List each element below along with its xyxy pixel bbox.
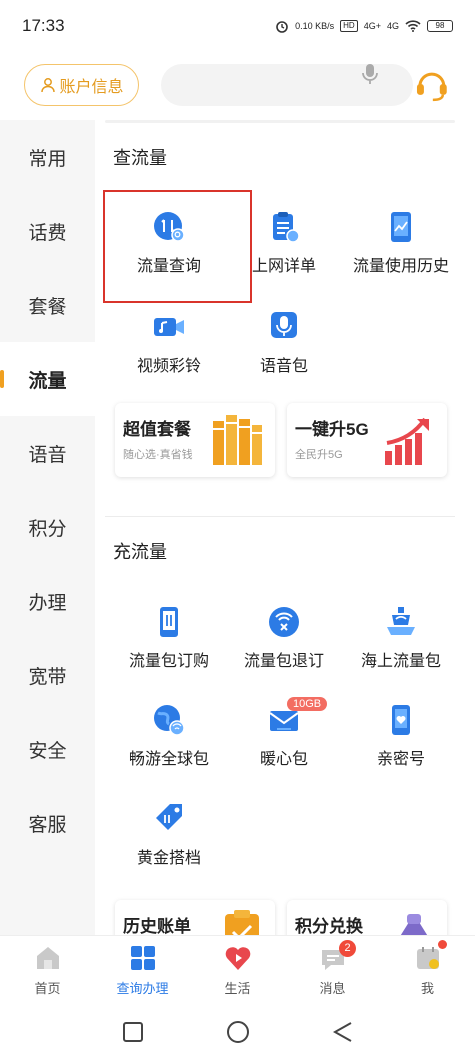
heart-play-icon — [225, 947, 250, 970]
section-title-recharge-data: 充流量 — [113, 542, 167, 562]
header: 账户信息 — [0, 52, 475, 118]
promo-card-upgrade-5g[interactable]: 一键升5G 全民升5G — [287, 403, 447, 477]
tab-home[interactable]: 首页 — [0, 936, 95, 1005]
grid-item-warm-pack[interactable]: 暖心包 — [225, 703, 343, 769]
sidebar-item-plan[interactable]: 套餐 — [0, 268, 95, 342]
golden-partner-icon — [156, 804, 182, 830]
home-button-icon[interactable] — [226, 1020, 250, 1044]
tab-label: 生活 — [224, 981, 251, 996]
sidebar-item-data[interactable]: 流量 — [0, 342, 95, 416]
data-pack-order-icon — [160, 607, 178, 637]
grid-item-data-query[interactable]: 流量查询 — [110, 210, 228, 276]
promo-card-history-bill[interactable]: 历史账单 — [115, 900, 275, 935]
main-content: 查流量 流量查询 上网详单 流量使用历史 视频彩铃 语音包 超值套餐 随心选·真… — [95, 120, 475, 935]
grid-item-golden-partner[interactable]: 黄金搭档 — [110, 802, 228, 868]
message-badge: 2 — [339, 940, 356, 957]
video-ringtone-icon — [154, 318, 184, 336]
category-sidebar: 常用 话费 套餐 流量 语音 积分 办理 宽带 安全 客服 — [0, 120, 95, 935]
tab-label: 查询办理 — [116, 981, 169, 996]
data-pack-unsubscribe-icon — [269, 607, 299, 637]
scroll-divider — [105, 120, 455, 123]
sidebar-item-common[interactable]: 常用 — [0, 120, 95, 194]
grid-item-label: 语音包 — [259, 358, 308, 375]
notification-dot — [438, 940, 447, 949]
sidebar-item-phone-fee[interactable]: 话费 — [0, 194, 95, 268]
sidebar-item-voice[interactable]: 语音 — [0, 416, 95, 490]
user-icon — [40, 78, 55, 93]
sidebar-item-service[interactable]: 客服 — [0, 786, 95, 860]
grid-item-label: 畅游全球包 — [128, 751, 209, 768]
section-title-check-data: 查流量 — [113, 148, 167, 168]
grid-item-voice-pack[interactable]: 语音包 — [225, 310, 343, 376]
grid-item-intimate-number[interactable]: 亲密号 — [342, 703, 460, 769]
grid-item-label: 流量包订购 — [128, 653, 209, 670]
grid-item-label: 流量使用历史 — [352, 258, 449, 275]
home-icon — [36, 947, 59, 969]
grid-item-label: 亲密号 — [376, 751, 425, 768]
hd-icon: HD — [340, 20, 358, 32]
tab-label: 消息 — [319, 981, 346, 996]
grid-item-data-detail[interactable]: 上网详单 — [225, 210, 343, 276]
usage-history-icon — [391, 212, 411, 242]
signal-4g: 4G — [386, 21, 399, 31]
sidebar-item-security[interactable]: 安全 — [0, 712, 95, 786]
alarm-icon — [276, 21, 288, 33]
books-icon — [213, 415, 262, 465]
grid-item-label: 上网详单 — [251, 258, 316, 275]
grid-item-label: 黄金搭档 — [136, 850, 201, 867]
grid-item-label: 暖心包 — [259, 751, 308, 768]
account-info-label: 账户信息 — [59, 79, 124, 96]
sea-data-pack-icon — [387, 607, 415, 635]
growth-arrow-icon — [385, 417, 429, 465]
status-bar: 17:33 0.10 KB/s HD 4G+ 4G 98 — [0, 0, 475, 52]
system-navigation-bar — [0, 1005, 475, 1059]
grid-item-label: 海上流量包 — [360, 653, 441, 670]
promo-card-points-exchange[interactable]: 积分兑换 — [287, 900, 447, 935]
microphone-icon[interactable] — [360, 63, 380, 85]
grid-item-data-pack-unsubscribe[interactable]: 流量包退订 — [225, 605, 343, 671]
global-roaming-icon — [154, 705, 185, 736]
grid-item-usage-history[interactable]: 流量使用历史 — [342, 210, 460, 276]
battery-indicator: 98 — [427, 20, 453, 32]
bottom-tab-bar: 首页 查询办理 生活 消息 2 我 — [0, 935, 475, 1005]
promo-badge: 10GB — [287, 697, 328, 711]
promo-card-value-plan[interactable]: 超值套餐 随心选·真省钱 — [115, 403, 275, 477]
grid-item-label: 视频彩铃 — [136, 358, 201, 375]
sidebar-item-broadband[interactable]: 宽带 — [0, 638, 95, 712]
net-speed: 0.10 KB/s — [295, 21, 335, 31]
grid-item-global-roaming[interactable]: 畅游全球包 — [110, 703, 228, 769]
tab-life[interactable]: 生活 — [190, 936, 285, 1005]
grid-item-data-pack-order[interactable]: 流量包订购 — [110, 605, 228, 671]
data-query-icon — [154, 212, 185, 242]
system-indicators: 0.10 KB/s HD 4G+ 4G 98 — [275, 19, 453, 33]
gift-icon — [400, 914, 428, 935]
recent-apps-icon[interactable] — [121, 1020, 145, 1044]
sidebar-item-points[interactable]: 积分 — [0, 490, 95, 564]
grid-item-video-ringtone[interactable]: 视频彩铃 — [110, 310, 228, 376]
data-detail-icon — [273, 212, 300, 243]
sign-in-calendar-icon — [416, 947, 439, 969]
tab-me[interactable]: 我 — [380, 936, 475, 1005]
grid-apps-icon — [130, 946, 155, 970]
back-icon[interactable] — [331, 1020, 355, 1044]
section-divider — [105, 516, 455, 517]
intimate-number-icon — [392, 705, 410, 735]
clipboard-icon — [225, 910, 259, 935]
wifi-icon — [405, 20, 421, 32]
grid-item-label: 流量包退订 — [243, 653, 324, 670]
sidebar-item-handle[interactable]: 办理 — [0, 564, 95, 638]
clock: 17:33 — [22, 16, 65, 35]
tab-label: 首页 — [34, 981, 61, 996]
tab-label: 我 — [420, 981, 434, 996]
grid-item-sea-data-pack[interactable]: 海上流量包 — [342, 605, 460, 671]
tab-messages[interactable]: 消息 2 — [285, 936, 380, 1005]
tab-query-handle[interactable]: 查询办理 — [95, 936, 190, 1005]
customer-service-icon[interactable] — [413, 66, 451, 104]
account-info-button[interactable]: 账户信息 — [24, 64, 140, 106]
signal-4g-plus: 4G+ — [363, 21, 381, 31]
grid-item-label: 流量查询 — [136, 258, 201, 275]
voice-pack-icon — [271, 312, 297, 338]
